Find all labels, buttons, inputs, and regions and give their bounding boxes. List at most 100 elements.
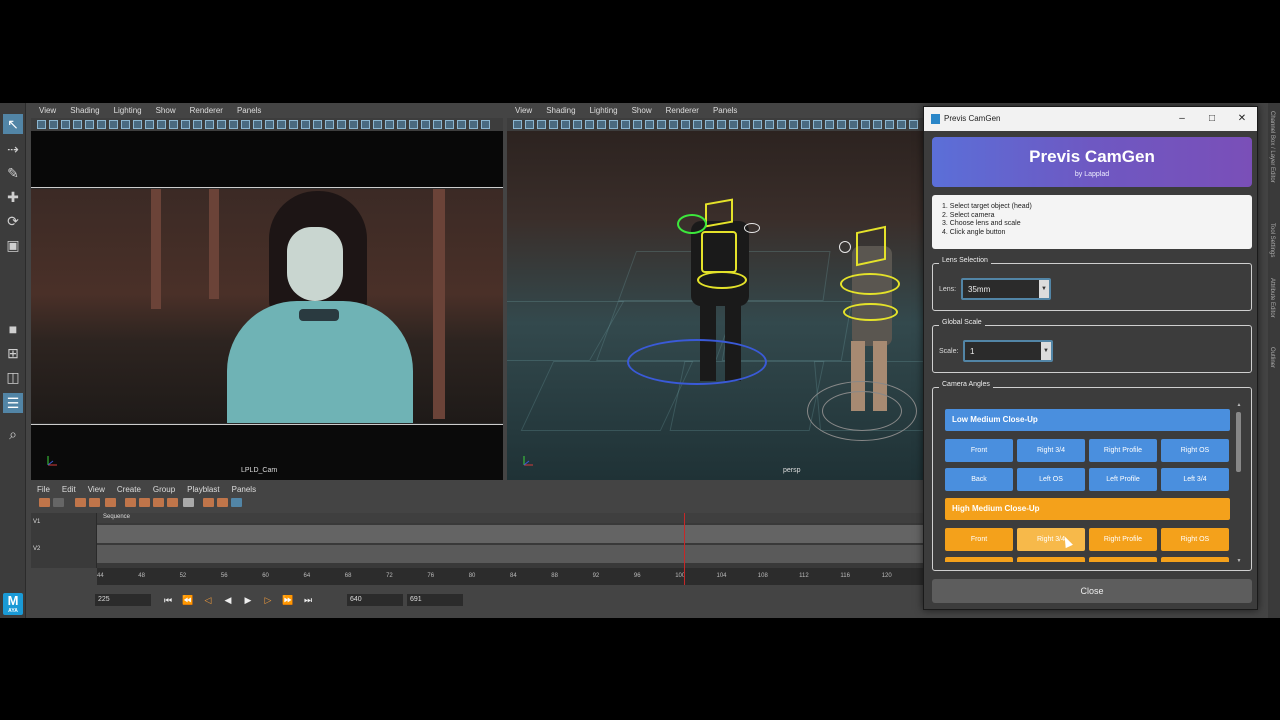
chevron-down-icon[interactable]: ▼ [1041,342,1051,360]
frame-selection-icon[interactable] [139,498,150,507]
maximize-icon[interactable]: □ [1199,111,1225,127]
rotate-tool-icon[interactable]: ⟳ [3,211,23,231]
menu-lighting[interactable]: Lighting [114,103,142,118]
step-forward-icon[interactable]: ⏩ [281,594,295,606]
dialog-titlebar[interactable]: Previs CamGen – □ ✕ [924,107,1257,131]
viewport-toolbar-icon[interactable] [585,120,594,129]
playhead[interactable] [684,513,685,585]
viewport-toolbar-icon[interactable] [681,120,690,129]
viewport-toolbar-icon[interactable] [801,120,810,129]
high-mcu-right-3-4-button[interactable]: Right 3/4 [1017,528,1085,551]
viewport-toolbar-icon[interactable] [777,120,786,129]
viewport-toolbar-icon[interactable] [657,120,666,129]
minimize-icon[interactable]: – [1169,111,1195,127]
viewport-toolbar-icon[interactable] [217,120,226,129]
viewport-toolbar-icon[interactable] [837,120,846,129]
angle-button-partial[interactable] [1161,557,1229,562]
tab-attribute-editor[interactable]: Attribute Editor [1269,278,1275,318]
viewport-toolbar-icon[interactable] [825,120,834,129]
step-back-icon[interactable]: ⏪ [181,594,195,606]
menu-group[interactable]: Group [153,483,175,496]
select-tool-icon[interactable]: ↖ [3,114,23,134]
viewport-toolbar-icon[interactable] [289,120,298,129]
lock-icon[interactable] [203,498,214,507]
scale-dropdown[interactable]: 1 ▼ [963,340,1053,362]
viewport-toolbar-icon[interactable] [765,120,774,129]
viewport-toolbar-icon[interactable] [61,120,70,129]
tab-channel-box[interactable]: Channel Box / Layer Editor [1269,111,1275,183]
ik-control-rig[interactable] [677,214,707,234]
viewport-toolbar-icon[interactable] [753,120,762,129]
low-mcu-right-os-button[interactable]: Right OS [1161,439,1229,462]
viewport-toolbar-icon[interactable] [445,120,454,129]
menu-file[interactable]: File [37,483,50,496]
viewport-toolbar-icon[interactable] [729,120,738,129]
viewport-toolbar-icon[interactable] [181,120,190,129]
angles-scrollbar[interactable]: ▲ ▼ [1235,402,1243,564]
viewport-toolbar-icon[interactable] [561,120,570,129]
go-to-start-icon[interactable]: ⏮ [161,594,175,606]
lasso-tool-icon[interactable]: ⇢ [3,139,23,159]
viewport-toolbar-icon[interactable] [145,120,154,129]
viewport-toolbar-icon[interactable] [157,120,166,129]
angle-button-partial[interactable] [1089,557,1157,562]
viewport-toolbar-icon[interactable] [397,120,406,129]
viewport-toolbar-icon[interactable] [385,120,394,129]
frame-ruler[interactable]: 44 48 52 56 60 64 68 72 76 80 84 88 92 96 100 104 108 112… [97,568,923,585]
tab-outliner[interactable]: Outliner [1269,347,1275,368]
create-shot-icon[interactable] [39,498,50,507]
low-mcu-right-3-4-button[interactable]: Right 3/4 [1017,439,1085,462]
menu-renderer[interactable]: Renderer [190,103,223,118]
viewport-toolbar-icon[interactable] [549,120,558,129]
menu-lighting[interactable]: Lighting [590,103,618,118]
menu-panels[interactable]: Panels [713,103,737,118]
viewport-toolbar-icon[interactable] [433,120,442,129]
viewport-toolbar-icon[interactable] [421,120,430,129]
menu-edit[interactable]: Edit [62,483,76,496]
go-to-end-icon[interactable]: ⏭ [301,594,315,606]
viewport-toolbar-icon[interactable] [609,120,618,129]
viewport-toolbar-icon[interactable] [205,120,214,129]
merge-shot-icon[interactable] [89,498,100,507]
viewport-toolbar-icon[interactable] [409,120,418,129]
scrollbar-thumb[interactable] [1236,412,1241,472]
viewport-toolbar-icon[interactable] [109,120,118,129]
viewport-toolbar-icon[interactable] [97,120,106,129]
menu-panels[interactable]: Panels [232,483,256,496]
scroll-up-icon[interactable]: ▲ [1235,402,1243,408]
viewport-toolbar-icon[interactable] [633,120,642,129]
low-mcu-left-profile-button[interactable]: Left Profile [1089,468,1157,491]
sequencer-track-area[interactable]: V1 V2 Sequence [31,513,923,568]
menu-shading[interactable]: Shading [546,103,575,118]
single-pane-layout-icon[interactable]: ■ [3,319,23,339]
mute-icon[interactable] [217,498,228,507]
viewport-toolbar-icon[interactable] [813,120,822,129]
play-backward-icon[interactable]: ◀ [221,594,235,606]
camera-angles-list[interactable]: Low Medium Close-Up Front Right 3/4 Righ… [945,409,1233,562]
viewport-toolbar-icon[interactable] [469,120,478,129]
viewport-toolbar-icon[interactable] [85,120,94,129]
viewport-toolbar-icon[interactable] [645,120,654,129]
menu-view[interactable]: View [88,483,105,496]
angle-button-partial[interactable] [1017,557,1085,562]
head-control-rig[interactable] [705,198,733,228]
low-mcu-left-3-4-button[interactable]: Left 3/4 [1161,468,1229,491]
four-pane-layout-icon[interactable]: ⊞ [3,343,23,363]
viewport-camera[interactable]: View Shading Lighting Show Renderer Pane… [31,103,503,480]
step-forward-key-icon[interactable]: ▷ [261,594,275,606]
viewport-toolbar-icon[interactable] [861,120,870,129]
viewport-toolbar-icon[interactable] [849,120,858,129]
scale-tool-icon[interactable]: ▣ [3,235,23,255]
viewport-toolbar-icon[interactable] [573,120,582,129]
viewport-toolbar-icon[interactable] [741,120,750,129]
frame-playback-icon[interactable] [153,498,164,507]
viewport-toolbar-icon[interactable] [229,120,238,129]
foot-control-rig[interactable] [627,339,767,385]
viewport-toolbar-icon[interactable] [789,120,798,129]
viewport-toolbar-icon[interactable] [361,120,370,129]
settings-icon[interactable] [231,498,242,507]
step-back-key-icon[interactable]: ◁ [201,594,215,606]
viewport-toolbar-icon[interactable] [193,120,202,129]
viewport-toolbar-icon[interactable] [349,120,358,129]
viewport-toolbar-icon[interactable] [301,120,310,129]
